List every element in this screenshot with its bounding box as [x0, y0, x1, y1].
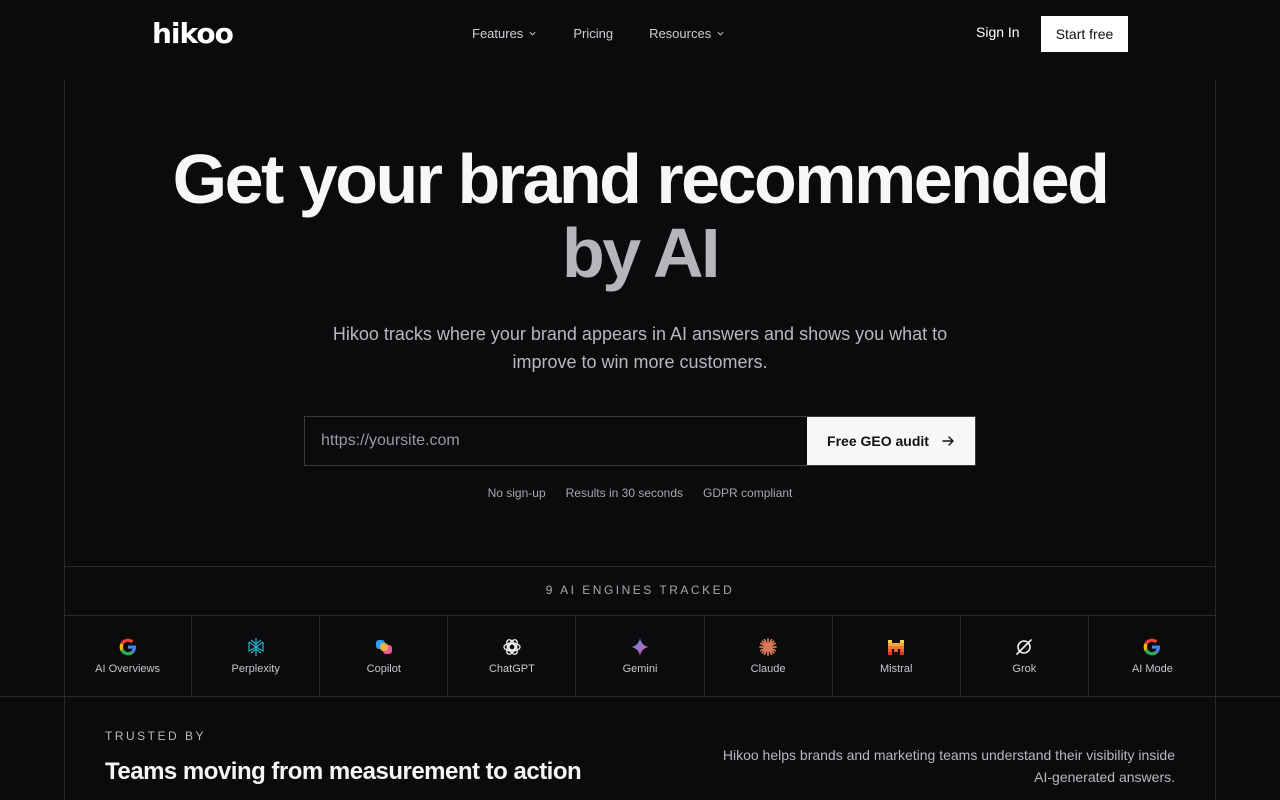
badge: GDPR compliant	[703, 486, 793, 500]
mistral-icon	[886, 637, 906, 657]
claude-icon	[758, 637, 778, 657]
engine-mistral[interactable]: Mistral	[833, 615, 961, 696]
engine-name: Perplexity	[231, 662, 280, 675]
nav-item-label: Pricing	[573, 26, 614, 41]
badge: No sign-up	[487, 486, 546, 500]
nav-item-resources[interactable]: Resources	[649, 26, 725, 41]
google-icon	[1142, 637, 1162, 657]
badge: Results in 30 seconds	[565, 486, 684, 500]
sign-in-link[interactable]: Sign In	[976, 24, 1020, 40]
engine-ai-overviews[interactable]: AI Overviews	[64, 615, 193, 696]
engine-gemini[interactable]: Gemini	[576, 615, 705, 696]
copilot-icon	[374, 637, 394, 657]
logo[interactable]: hikoo	[152, 17, 234, 50]
audit-form: Free GEO audit	[304, 416, 976, 466]
url-input[interactable]	[305, 417, 807, 465]
engine-name: Gemini	[622, 662, 658, 675]
engine-ai-mode[interactable]: AI Mode	[1089, 615, 1216, 696]
engine-copilot[interactable]: Copilot	[320, 615, 449, 696]
engine-perplexity[interactable]: Perplexity	[192, 615, 321, 696]
engine-name: AI Mode	[1131, 662, 1173, 675]
chevron-down-icon	[717, 31, 724, 36]
hero-title-line1: Get your brand recommended	[172, 140, 1110, 218]
divider	[0, 696, 1280, 697]
engines-row: AI Overviews Perplexity Copilot ChatGPT …	[64, 615, 1216, 696]
engine-claude[interactable]: Claude	[705, 615, 833, 696]
engine-grok[interactable]: Grok	[961, 615, 1089, 696]
nav-item-pricing[interactable]: Pricing	[573, 26, 613, 41]
free-geo-audit-button[interactable]: Free GEO audit	[807, 417, 975, 465]
engine-name: Copilot	[366, 662, 401, 675]
nav-item-label: Resources	[649, 26, 712, 41]
engines-label: 9 AI ENGINES TRACKED	[545, 583, 735, 597]
chevron-down-icon	[529, 31, 536, 36]
chatgpt-icon	[502, 637, 522, 657]
hero-subtitle: Hikoo tracks where your brand appears in…	[332, 324, 948, 372]
google-icon	[118, 637, 138, 657]
engine-name: Claude	[750, 662, 786, 675]
engine-name: AI Overviews	[95, 662, 160, 675]
gemini-icon	[630, 637, 650, 657]
nav-links: Features Pricing Resources	[472, 26, 725, 41]
arrow-right-icon	[942, 436, 954, 446]
audit-button-label: Free GEO audit	[827, 433, 929, 449]
grok-icon	[1014, 637, 1034, 657]
top-nav: hikoo Features Pricing Resources Sign In…	[0, 0, 1280, 80]
trusted-description: Hikoo helps brands and marketing teams u…	[722, 747, 1175, 785]
engine-name: Mistral	[880, 662, 913, 675]
start-free-button[interactable]: Start free	[1041, 16, 1128, 52]
engine-name: Grok	[1012, 662, 1037, 675]
nav-item-label: Features	[472, 26, 524, 41]
trusted-label: TRUSTED BY	[105, 729, 207, 743]
hero-title-line2: by AI	[561, 214, 721, 292]
perplexity-icon	[246, 637, 266, 657]
nav-item-features[interactable]: Features	[472, 26, 537, 41]
divider	[64, 566, 1216, 567]
engine-name: ChatGPT	[488, 662, 535, 675]
trusted-title: Teams moving from measurement to action	[105, 758, 582, 785]
engine-chatgpt[interactable]: ChatGPT	[448, 615, 577, 696]
hero-badges: No sign-up Results in 30 seconds GDPR co…	[64, 486, 1216, 500]
hero-title: Get your brand recommended by AI	[64, 142, 1216, 290]
